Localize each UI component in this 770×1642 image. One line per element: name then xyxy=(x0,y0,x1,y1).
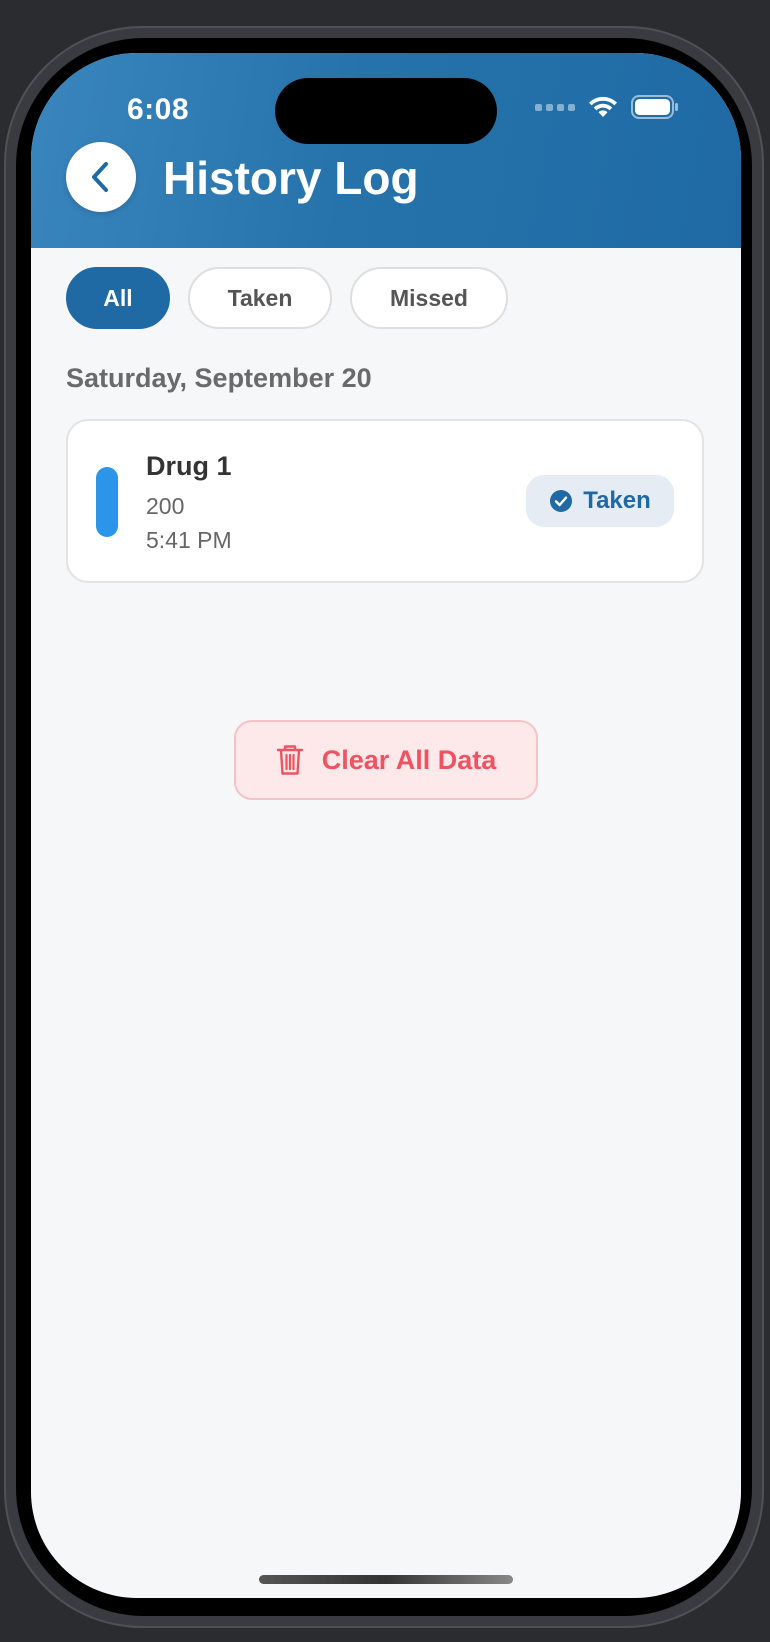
app-screen: 6:08 History Log All Taken Missed Saturd… xyxy=(31,53,741,1598)
trash-icon xyxy=(276,745,303,775)
battery-icon xyxy=(631,95,679,119)
wifi-icon xyxy=(587,95,619,119)
filter-tabs: All Taken Missed xyxy=(66,267,508,329)
cellular-icon xyxy=(535,103,575,111)
status-badge: Taken xyxy=(526,475,674,527)
clear-all-data-button[interactable]: Clear All Data xyxy=(234,720,538,800)
status-badge-label: Taken xyxy=(583,487,651,514)
home-indicator[interactable] xyxy=(259,1575,513,1584)
drug-name: Drug 1 xyxy=(146,451,232,481)
dose-time: 5:41 PM xyxy=(146,527,232,553)
filter-all[interactable]: All xyxy=(66,267,170,329)
clear-all-data-label: Clear All Data xyxy=(321,744,497,775)
check-circle-icon xyxy=(550,490,573,512)
chevron-left-icon xyxy=(92,162,108,192)
status-icons xyxy=(535,95,679,119)
filter-missed[interactable]: Missed xyxy=(350,267,508,329)
page-title: History Log xyxy=(163,152,419,204)
filter-taken[interactable]: Taken xyxy=(188,267,332,329)
back-button[interactable] xyxy=(66,142,136,212)
date-heading: Saturday, September 20 xyxy=(66,363,372,393)
header-bar: 6:08 History Log xyxy=(31,53,741,248)
status-time: 6:08 xyxy=(127,93,190,126)
log-entry-card[interactable]: Drug 1 200 5:41 PM Taken xyxy=(66,419,704,583)
drug-dose: 200 xyxy=(146,493,185,519)
dynamic-island xyxy=(275,78,497,144)
pill-color-bar xyxy=(96,467,118,537)
